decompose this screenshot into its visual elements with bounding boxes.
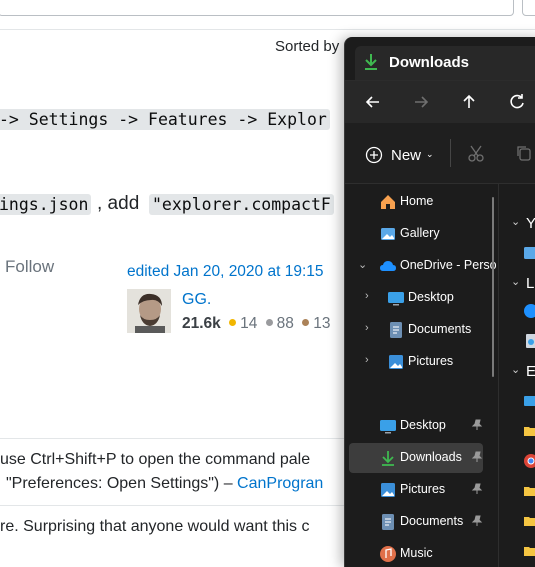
nav-label: Music: [400, 546, 433, 560]
comment-text-line1: use Ctrl+Shift+P to open the command pal…: [0, 451, 311, 468]
gold-badge-count: 14: [240, 315, 258, 332]
nav-label: Documents: [400, 514, 464, 528]
settings-path-code: -> Settings -> Features -> Explor: [0, 109, 330, 130]
chevron-down-icon[interactable]: ⌄: [358, 258, 367, 271]
scrollbar-thumb[interactable]: [492, 197, 494, 377]
music-icon: [380, 546, 396, 562]
follow-link[interactable]: Follow: [5, 257, 54, 277]
search-input[interactable]: [0, 0, 514, 16]
onedrive-cloud-icon: [380, 261, 396, 271]
nav-item-desktop[interactable]: Desktop: [345, 411, 495, 441]
nav-label: Documents: [408, 322, 472, 336]
nav-item-documents[interactable]: Documents: [345, 507, 495, 537]
chevron-right-icon[interactable]: ›: [365, 290, 369, 302]
search-side-button[interactable]: [522, 0, 535, 16]
nav-item-home[interactable]: Home: [345, 187, 495, 217]
copy-icon[interactable]: [515, 144, 533, 162]
bronze-badge-icon: [302, 319, 310, 327]
chevron-down-icon[interactable]: ⌄: [511, 275, 520, 288]
chevron-right-icon[interactable]: ›: [365, 354, 369, 366]
nav-item-downloads[interactable]: Downloads: [349, 443, 483, 473]
compact-folders-code: "explorer.compactF: [149, 194, 334, 215]
avatar-image: [127, 289, 171, 333]
folder-icon: [524, 427, 535, 436]
gallery-icon: [524, 247, 535, 259]
refresh-icon[interactable]: [503, 88, 531, 116]
silver-badge-icon: [265, 319, 273, 327]
avatar[interactable]: [127, 289, 171, 333]
nav-item-pictures[interactable]: Pictures: [345, 475, 495, 505]
forward-arrow-icon[interactable]: [407, 88, 435, 116]
desktop-icon: [524, 396, 535, 406]
back-arrow-icon[interactable]: [359, 88, 387, 116]
desktop-icon: [388, 292, 404, 306]
nav-label: OneDrive - Perso: [400, 258, 497, 272]
chevron-down-icon[interactable]: ⌄: [511, 215, 520, 228]
nav-item-onedrive-desktop[interactable]: › Desktop: [345, 283, 495, 313]
section-header-l: L: [526, 275, 535, 292]
nav-item-onedrive-pictures[interactable]: › Pictures: [345, 347, 495, 377]
desktop-icon: [380, 420, 396, 434]
pin-icon[interactable]: [471, 515, 483, 527]
pictures-icon: [389, 355, 403, 369]
folder-icon: [524, 487, 535, 496]
comment-author-link[interactable]: CanProgran: [237, 475, 323, 492]
nav-label: Downloads: [400, 450, 462, 464]
chrome-icon: [524, 454, 535, 468]
download-icon: [382, 451, 394, 466]
comment-text: re. Surprising that anyone would want th…: [0, 518, 310, 535]
comment-text-quote: "Preferences: Open Settings") –: [6, 475, 233, 492]
toolbar-separator: [450, 139, 451, 167]
edited-link[interactable]: edited Jan 20, 2020 at 19:15: [127, 263, 324, 281]
user-name-link[interactable]: GG.: [182, 291, 211, 309]
new-button-label: New: [391, 147, 422, 164]
pin-icon[interactable]: [471, 451, 483, 463]
nav-item-onedrive[interactable]: ⌄ OneDrive - Perso: [345, 251, 497, 281]
divider: [0, 29, 535, 30]
up-arrow-icon[interactable]: [455, 88, 483, 116]
nav-label: Desktop: [408, 290, 454, 304]
settings-json-code: ings.json: [0, 194, 92, 215]
pin-icon[interactable]: [471, 483, 483, 495]
chevron-right-icon[interactable]: ›: [365, 322, 369, 334]
gallery-icon: [381, 228, 395, 240]
section-header-y: Y: [526, 215, 535, 232]
new-button[interactable]: New ⌄: [391, 147, 434, 164]
nav-item-gallery[interactable]: Gallery: [345, 219, 495, 249]
cut-icon[interactable]: [467, 144, 485, 162]
folder-icon: [524, 517, 535, 526]
pane-divider[interactable]: [498, 183, 499, 567]
download-icon: [365, 54, 377, 70]
edge-icon: [524, 304, 535, 318]
gold-badge-icon: [229, 319, 237, 327]
pictures-icon: [381, 483, 395, 497]
documents-icon: [390, 322, 402, 338]
sorted-by-label: Sorted by: [275, 38, 340, 55]
section-header-e: E: [526, 363, 535, 380]
nav-label: Gallery: [400, 226, 440, 240]
folder-icon: [524, 547, 535, 556]
add-text: , add: [97, 193, 140, 214]
user-reputation: 21.6k 14 88 13: [182, 315, 330, 333]
nav-label: Pictures: [408, 354, 454, 368]
nav-label: Home: [400, 194, 434, 208]
new-plus-icon[interactable]: [365, 146, 383, 164]
file-explorer-window[interactable]: Downloads New ⌄ Home Gallery ⌄ OneDrive …: [344, 37, 535, 567]
nav-item-onedrive-documents[interactable]: › Documents: [345, 315, 495, 345]
bronze-badge-count: 13: [313, 315, 331, 332]
chevron-down-icon: ⌄: [426, 149, 434, 159]
silver-badge-count: 88: [276, 315, 294, 332]
nav-label: Pictures: [400, 482, 446, 496]
reputation-score: 21.6k: [182, 315, 221, 332]
pin-icon[interactable]: [471, 419, 483, 431]
comment-text-line2: "Preferences: Open Settings") – CanProgr…: [6, 475, 323, 493]
nav-label: Desktop: [400, 418, 446, 432]
nav-item-music[interactable]: Music: [345, 539, 495, 567]
home-icon: [381, 195, 395, 209]
chevron-down-icon[interactable]: ⌄: [511, 363, 520, 376]
file-icon: [526, 334, 535, 348]
documents-icon: [382, 514, 394, 530]
tab-title: Downloads: [389, 54, 470, 71]
